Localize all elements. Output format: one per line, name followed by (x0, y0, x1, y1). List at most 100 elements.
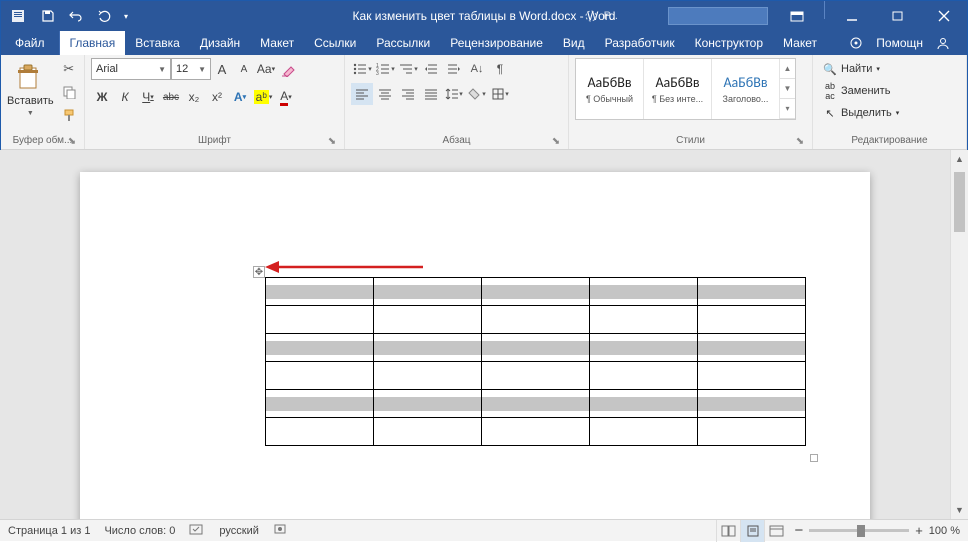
qat-customize-icon[interactable]: ▾ (119, 1, 133, 31)
spellcheck-icon[interactable] (189, 522, 205, 539)
cut-icon[interactable]: ✂ (58, 58, 80, 80)
styles-gallery[interactable]: АаБбВв¶ Обычный АаБбВв¶ Без инте... АаБб… (575, 58, 796, 120)
word-app-icon[interactable] (7, 1, 33, 31)
bold-icon[interactable]: Ж (91, 86, 113, 108)
ribbon-body: Вставить ▼ ✂ Буфер обм...⬊ Arial▼ 12▼ A … (1, 55, 967, 150)
select-icon: ↖ (823, 107, 837, 120)
minimize-icon[interactable] (829, 1, 875, 31)
replace-button[interactable]: abacЗаменить (819, 80, 894, 102)
sort-icon[interactable]: A↓ (466, 58, 488, 80)
scroll-down-icon[interactable]: ▼ (951, 501, 968, 519)
document-table[interactable] (265, 277, 806, 446)
justify-icon[interactable] (420, 83, 442, 105)
tab-insert[interactable]: Вставка (125, 31, 190, 55)
find-button[interactable]: 🔍Найти ▾ (819, 58, 884, 80)
zoom-slider[interactable] (809, 529, 909, 532)
change-case-icon[interactable]: Aa▾ (255, 58, 277, 80)
align-right-icon[interactable] (397, 83, 419, 105)
group-editing: 🔍Найти ▾ abacЗаменить ↖Выделить ▾ Редакт… (813, 55, 967, 149)
style-heading1[interactable]: АаБбВвЗаголово... (712, 59, 780, 119)
tab-table-layout[interactable]: Макет (773, 31, 827, 55)
replace-icon: abac (823, 81, 837, 101)
font-dialog-icon[interactable]: ⬊ (326, 135, 338, 147)
tab-file[interactable]: Файл (1, 31, 60, 55)
show-marks-icon[interactable]: ¶ (489, 58, 511, 80)
redo-icon[interactable] (91, 1, 117, 31)
styles-scroll[interactable]: ▲▼▾ (780, 59, 795, 119)
scroll-thumb[interactable] (954, 172, 965, 232)
save-icon[interactable] (35, 1, 61, 31)
page[interactable]: ✥ (80, 172, 870, 519)
tab-view[interactable]: Вид (553, 31, 595, 55)
para-dialog-icon[interactable]: ⬊ (550, 135, 562, 147)
language-indicator[interactable]: русский (219, 525, 258, 537)
ribbon-options-icon[interactable] (774, 1, 820, 31)
close-icon[interactable] (921, 1, 967, 31)
scroll-up-icon[interactable]: ▲ (951, 150, 968, 168)
numbering-icon[interactable]: 123▾ (374, 58, 396, 80)
multilevel-icon[interactable]: ▾ (397, 58, 419, 80)
font-size-combo[interactable]: 12▼ (171, 58, 211, 80)
tell-me-icon[interactable] (842, 31, 870, 55)
tell-me-label[interactable]: Помощн (872, 36, 927, 50)
undo-icon[interactable] (63, 1, 89, 31)
page-indicator[interactable]: Страница 1 из 1 (8, 525, 90, 537)
word-count[interactable]: Число слов: 0 (104, 525, 175, 537)
share-icon[interactable] (929, 31, 957, 55)
table-resize-handle-icon[interactable] (810, 454, 818, 462)
style-no-spacing[interactable]: АаБбВв¶ Без инте... (644, 59, 712, 119)
group-paragraph: ▾ 123▾ ▾ A↓ ¶ ▾ ▾ ▾ Абзац⬊ (345, 55, 569, 149)
macro-recording-icon[interactable] (273, 522, 287, 539)
tab-layout[interactable]: Макет (250, 31, 304, 55)
increase-indent-icon[interactable] (443, 58, 465, 80)
decrease-indent-icon[interactable] (420, 58, 442, 80)
table-row (266, 418, 806, 446)
paste-button[interactable]: Вставить ▼ (7, 58, 54, 117)
text-effects-icon[interactable]: A▾ (229, 86, 251, 108)
tab-table-design[interactable]: Конструктор (685, 31, 773, 55)
highlight-icon[interactable]: aᵇ▾ (252, 86, 274, 108)
align-center-icon[interactable] (374, 83, 396, 105)
subscript-icon[interactable]: x₂ (183, 86, 205, 108)
align-left-icon[interactable] (351, 83, 373, 105)
borders-icon[interactable]: ▾ (489, 83, 511, 105)
font-family-combo[interactable]: Arial▼ (91, 58, 171, 80)
tab-design[interactable]: Дизайн (190, 31, 250, 55)
title-bar: ▾ Как изменить цвет таблицы в Word.docx … (1, 1, 967, 31)
zoom-out-button[interactable]: − (794, 522, 803, 539)
underline-icon[interactable]: Ч▾ (137, 86, 159, 108)
format-painter-icon[interactable] (58, 104, 80, 126)
italic-icon[interactable]: К (114, 86, 136, 108)
zoom-level[interactable]: 100 % (929, 525, 960, 537)
tab-developer[interactable]: Разработчик (595, 31, 685, 55)
print-layout-icon[interactable] (740, 520, 764, 542)
zoom-in-button[interactable]: + (915, 523, 923, 538)
clear-format-icon[interactable] (277, 58, 299, 80)
tab-references[interactable]: Ссылки (304, 31, 366, 55)
autosave-indicator[interactable]: Р... (584, 1, 618, 31)
document-title: Как изменить цвет таблицы в Word.docx - … (353, 9, 616, 23)
read-mode-icon[interactable] (716, 520, 740, 542)
web-layout-icon[interactable] (764, 520, 788, 542)
styles-dialog-icon[interactable]: ⬊ (794, 135, 806, 147)
clipboard-dialog-icon[interactable]: ⬊ (66, 135, 78, 147)
table-row (266, 362, 806, 390)
tab-mailings[interactable]: Рассылки (366, 31, 440, 55)
font-color-icon[interactable]: A▾ (275, 86, 297, 108)
bullets-icon[interactable]: ▾ (351, 58, 373, 80)
table-row (266, 334, 806, 362)
strike-icon[interactable]: abc (160, 86, 182, 108)
copy-icon[interactable] (58, 81, 80, 103)
grow-font-icon[interactable]: A (211, 58, 233, 80)
shrink-font-icon[interactable]: A (233, 58, 255, 80)
select-button[interactable]: ↖Выделить ▾ (819, 102, 903, 124)
maximize-icon[interactable] (875, 1, 921, 31)
tab-home[interactable]: Главная (60, 31, 126, 55)
vertical-scrollbar[interactable]: ▲ ▼ (950, 150, 968, 519)
style-normal[interactable]: АаБбВв¶ Обычный (576, 59, 644, 119)
line-spacing-icon[interactable]: ▾ (443, 83, 465, 105)
tab-review[interactable]: Рецензирование (440, 31, 553, 55)
superscript-icon[interactable]: x² (206, 86, 228, 108)
user-account-area[interactable] (668, 7, 768, 25)
shading-icon[interactable]: ▾ (466, 83, 488, 105)
